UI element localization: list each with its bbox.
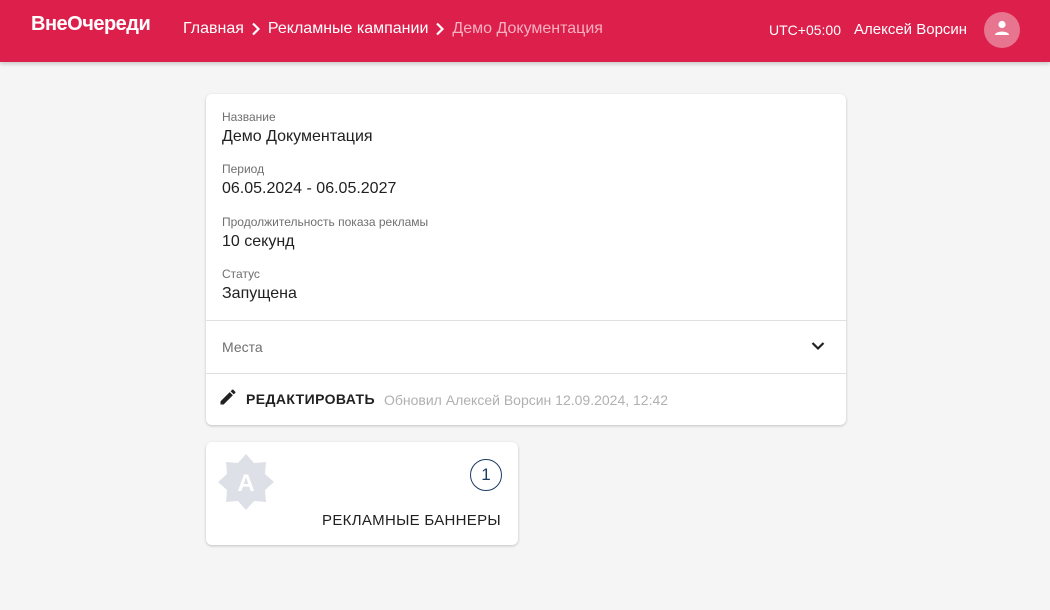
field-label: Период — [222, 162, 265, 176]
edit-button[interactable]: РЕДАКТИРОВАТЬ — [218, 385, 375, 413]
user-name[interactable]: Алексей Ворсин — [854, 21, 967, 38]
places-label: Места — [222, 339, 263, 355]
breadcrumb-current: Демо Документация — [452, 20, 603, 37]
field-value: Демо Документация — [222, 128, 373, 145]
ad-badge-letter: A — [237, 470, 254, 497]
ad-badge-icon: A — [216, 452, 276, 517]
person-icon — [993, 19, 1011, 42]
app-logo[interactable]: ВнеОчереди — [31, 13, 151, 36]
breadcrumb-campaigns[interactable]: Рекламные кампании — [268, 20, 428, 38]
field-label: Продолжительность показа рекламы — [222, 215, 429, 229]
banners-tile[interactable]: A 1 РЕКЛАМНЫЕ БАННЕРЫ — [206, 442, 518, 545]
field-status: Статус Запущена — [222, 267, 297, 304]
updated-info: Обновил Алексей Ворсин 12.09.2024, 12:42 — [384, 392, 669, 408]
divider — [206, 373, 846, 374]
field-label: Статус — [222, 267, 260, 281]
field-value: 06.05.2024 - 06.05.2027 — [222, 180, 397, 197]
breadcrumb-home[interactable]: Главная — [183, 20, 244, 38]
edit-button-label: РЕДАКТИРОВАТЬ — [246, 391, 375, 407]
breadcrumb: Главная Рекламные кампании Демо Документ… — [183, 20, 603, 38]
field-value: Запущена — [222, 285, 297, 302]
field-period: Период 06.05.2024 - 06.05.2027 — [222, 162, 396, 199]
pencil-icon — [218, 387, 238, 412]
chevron-right-icon — [244, 22, 268, 36]
field-duration: Продолжительность показа рекламы 10 секу… — [222, 215, 428, 252]
avatar[interactable] — [984, 12, 1020, 48]
places-expander[interactable]: Места — [206, 321, 846, 373]
campaign-details-card: Название Демо Документация Период 06.05.… — [206, 94, 846, 425]
banner-count-badge: 1 — [470, 459, 502, 491]
top-app-bar: ВнеОчереди Главная Рекламные кампании Де… — [0, 0, 1050, 62]
timezone-label: UTC+05:00 — [769, 22, 841, 38]
field-name: Название Демо Документация — [222, 110, 373, 147]
field-value: 10 секунд — [222, 233, 295, 250]
chevron-down-icon[interactable] — [808, 336, 828, 361]
banners-tile-title: РЕКЛАМНЫЕ БАННЕРЫ — [322, 512, 501, 529]
chevron-right-icon — [428, 22, 452, 36]
field-label: Название — [222, 110, 276, 124]
